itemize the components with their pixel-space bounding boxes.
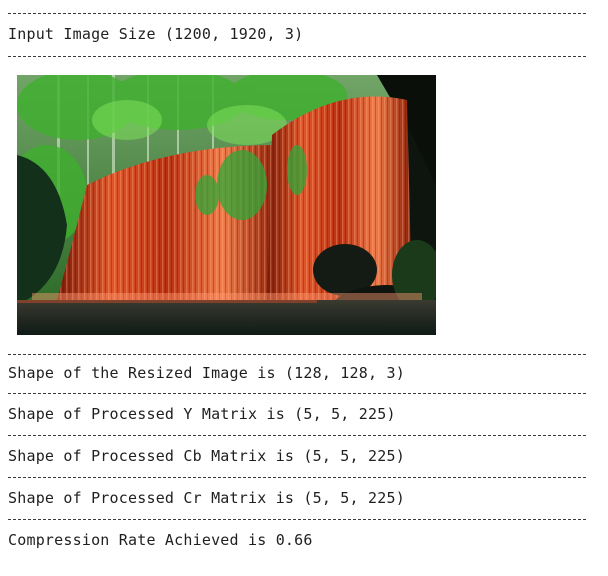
console-output-results: Shape of the Resized Image is (128, 128,… (8, 348, 588, 550)
separator-line (8, 519, 586, 520)
console-output: Input Image Size (1200, 1920, 3) (8, 0, 588, 57)
waterfall-image (17, 75, 436, 335)
cr-matrix-line: Shape of Processed Cr Matrix is (5, 5, 2… (8, 489, 405, 507)
compression-rate-line: Compression Rate Achieved is 0.66 (8, 531, 313, 549)
input-size-line: Input Image Size (1200, 1920, 3) (8, 25, 304, 43)
separator-line (8, 354, 586, 355)
separator-line (8, 435, 586, 436)
separator-line (8, 393, 586, 394)
separator-line (8, 477, 586, 478)
separator-line (8, 56, 586, 57)
y-matrix-line: Shape of Processed Y Matrix is (5, 5, 22… (8, 405, 396, 423)
separator-line (8, 13, 586, 14)
cb-matrix-line: Shape of Processed Cb Matrix is (5, 5, 2… (8, 447, 405, 465)
resized-shape-line: Shape of the Resized Image is (128, 128,… (8, 364, 405, 382)
